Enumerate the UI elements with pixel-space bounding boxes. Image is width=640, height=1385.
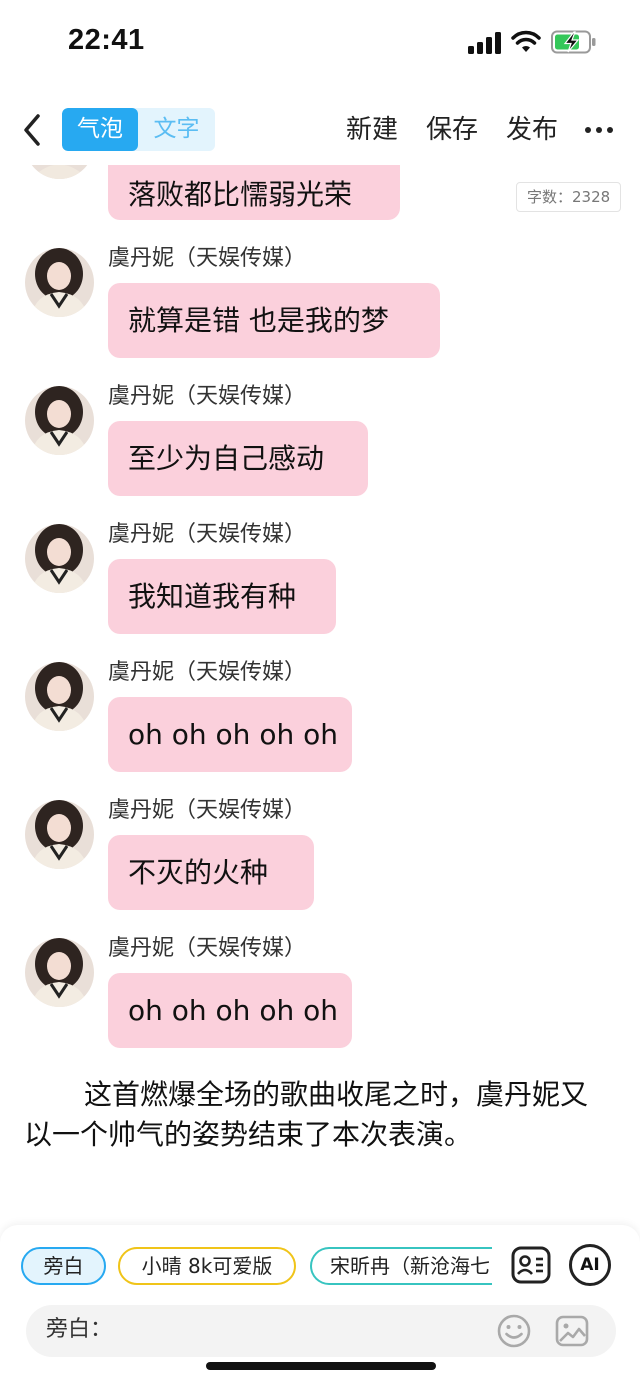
sender-name: 虞丹妮（天娱传媒） [108,798,307,823]
new-button[interactable]: 新建 [346,110,398,150]
home-indicator [206,1362,436,1370]
narration-text[interactable]: 这首燃爆全场的歌曲收尾之时，虞丹妮又以一个帅气的姿势结束了本次表演。 [24,1075,604,1155]
role-chip-narrator[interactable]: 旁白 [21,1247,106,1285]
more-icon[interactable] [584,118,614,142]
save-button[interactable]: 保存 [426,110,478,150]
sender-name: 虞丹妮（天娱传媒） [108,936,307,961]
avatar[interactable] [25,165,94,179]
role-chip[interactable]: 宋昕冉（新沧海七 [310,1247,492,1285]
cellular-signal-icon [468,32,502,54]
sender-name: 虞丹妮（天娱传媒） [108,660,307,685]
contact-card-icon[interactable] [510,1244,552,1286]
avatar[interactable] [25,662,94,731]
sender-name: 虞丹妮（天娱传媒） [108,384,307,409]
sender-name: 虞丹妮（天娱传媒） [108,246,307,271]
tab-text[interactable]: 文字 [138,108,215,151]
clock: 22:41 [68,24,145,56]
avatar[interactable] [25,800,94,869]
message-bubble[interactable]: oh oh oh oh oh [108,697,352,772]
publish-button[interactable]: 发布 [506,110,558,150]
tab-bubble[interactable]: 气泡 [62,108,138,151]
message-bubble[interactable]: 至少为自己感动 [108,421,368,496]
avatar[interactable] [25,524,94,593]
input-panel: 旁白 小晴 8k可爱版 宋昕冉（新沧海七 AI 旁白： [0,1225,640,1385]
sender-name: 虞丹妮（天娱传媒） [108,522,307,547]
back-icon[interactable] [18,110,48,150]
role-chip[interactable]: 小晴 8k可爱版 [118,1247,296,1285]
ai-icon[interactable]: AI [569,1244,611,1286]
message-bubble[interactable]: 就算是错 也是我的梦 [108,283,440,358]
emoji-icon[interactable] [496,1313,532,1349]
message-input[interactable]: 旁白： [26,1305,616,1357]
input-role-label: 旁白： [46,1317,113,1342]
chat-area: 落败都比懦弱光荣 字数：2328 虞丹妮（天娱传媒） 就算是错 也是我的梦 虞丹… [0,165,640,1225]
battery-charging-icon [551,30,596,54]
image-icon[interactable] [554,1313,590,1349]
top-nav: 气泡 文字 新建 保存 发布 [0,100,640,162]
message-bubble[interactable]: 落败都比懦弱光荣 [108,165,400,220]
avatar[interactable] [25,248,94,317]
word-count-badge: 字数：2328 [516,182,622,212]
wifi-icon [511,30,541,52]
avatar[interactable] [25,938,94,1007]
avatar[interactable] [25,386,94,455]
message-bubble[interactable]: oh oh oh oh oh [108,973,352,1048]
status-bar: 22:41 [0,0,640,90]
message-bubble[interactable]: 我知道我有种 [108,559,336,634]
message-bubble[interactable]: 不灭的火种 [108,835,314,910]
mode-toggle: 气泡 文字 [62,108,215,151]
